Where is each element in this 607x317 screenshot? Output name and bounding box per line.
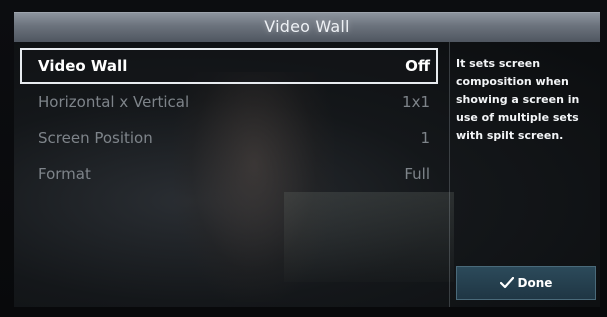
menu-item-horizontal-vertical[interactable]: Horizontal x Vertical 1x1 xyxy=(20,84,438,120)
title-bar: Video Wall xyxy=(14,12,600,42)
menu-item-value: Off xyxy=(405,57,430,75)
checkmark-icon xyxy=(499,277,514,289)
menu-item-label: Video Wall xyxy=(38,57,128,75)
menu-item-value: Full xyxy=(404,165,430,183)
menu-item-format[interactable]: Format Full xyxy=(20,156,438,192)
menu-item-screen-position[interactable]: Screen Position 1 xyxy=(20,120,438,156)
background-reflection-2 xyxy=(284,192,454,282)
menu-item-label: Screen Position xyxy=(38,129,153,147)
done-button[interactable]: Done xyxy=(456,266,596,300)
menu-item-value: 1x1 xyxy=(402,93,430,111)
menu-item-label: Format xyxy=(38,165,91,183)
done-button-label: Done xyxy=(517,276,553,290)
page-title: Video Wall xyxy=(264,17,350,36)
settings-menu: Video Wall Off Horizontal x Vertical 1x1… xyxy=(20,48,438,192)
menu-item-value: 1 xyxy=(420,129,430,147)
help-text: It sets screen composition when showing … xyxy=(456,57,580,142)
menu-item-label: Horizontal x Vertical xyxy=(38,93,190,111)
panel-divider xyxy=(449,42,450,307)
menu-item-video-wall[interactable]: Video Wall Off xyxy=(20,48,438,84)
